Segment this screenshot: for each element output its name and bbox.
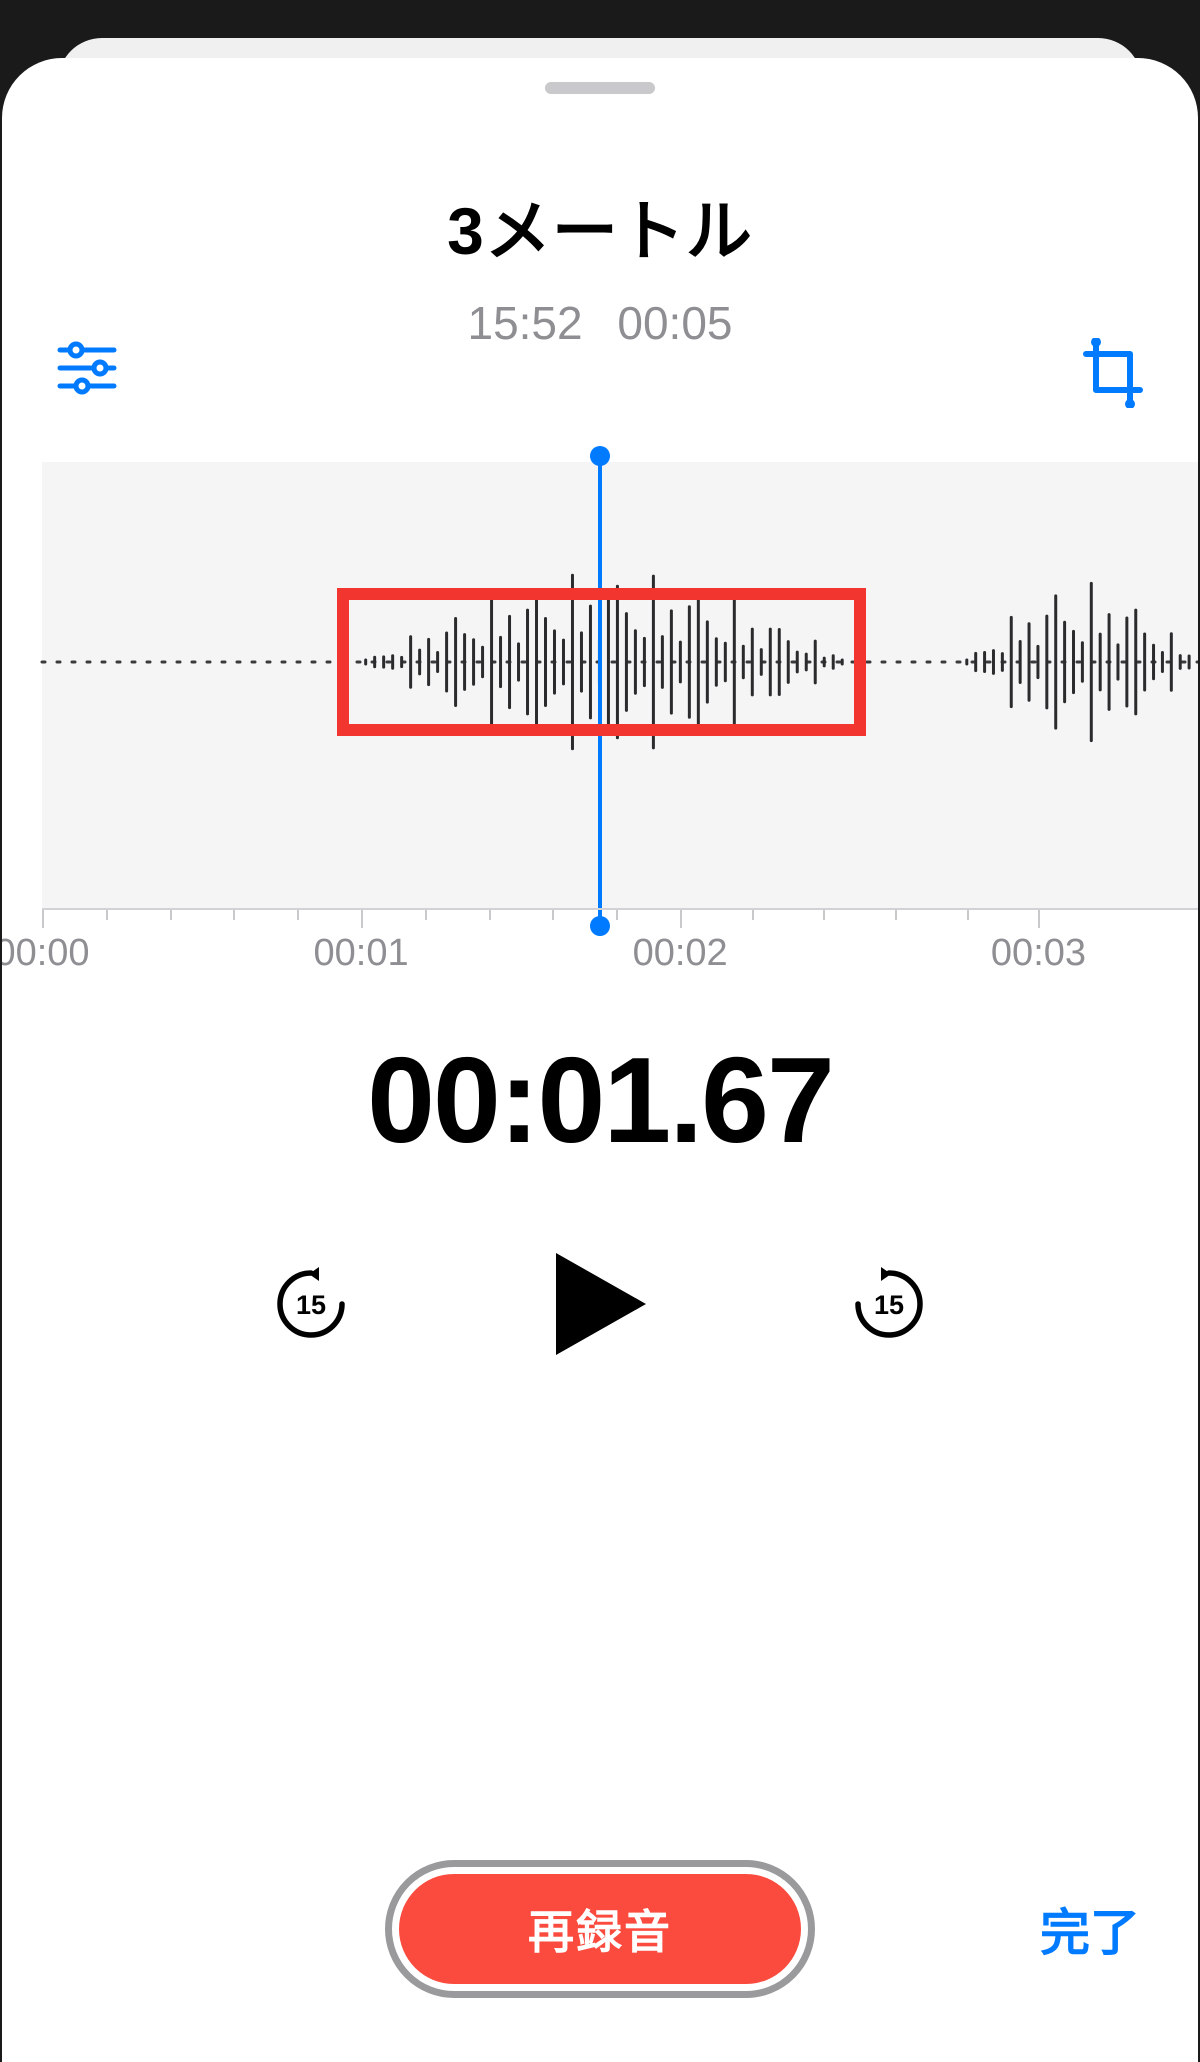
done-button[interactable]: 完了 [1040,1893,1140,1965]
recording-sheet: 3メートル 15:52 00:05 [2,58,1198,2062]
edit-toolbar [2,338,1198,418]
timeline-label: 00:02 [633,932,728,975]
sliders-icon [56,338,118,398]
re-record-label: 再録音 [399,1874,801,1984]
playhead[interactable] [598,456,602,926]
waveform-area[interactable]: 00:0000:0100:0200:03 [2,462,1198,960]
timeline-label: 00:01 [314,932,409,975]
skip-back-icon: 15 [272,1265,350,1343]
play-icon [550,1249,650,1359]
skip-back-15-button[interactable]: 15 [272,1265,350,1343]
crop-icon [1082,338,1144,408]
skip-forward-15-button[interactable]: 15 [850,1265,928,1343]
skip-back-seconds-label: 15 [296,1290,326,1320]
settings-button[interactable] [56,338,118,403]
play-button[interactable] [540,1244,660,1364]
timeline-ticks [42,908,1198,928]
trim-button[interactable] [1082,338,1144,413]
timeline-label: 00:03 [991,932,1086,975]
sheet-grabber[interactable] [545,82,655,94]
skip-forward-seconds-label: 15 [874,1290,904,1320]
bottom-action-bar: 再録音 完了 [2,1854,1198,2004]
transport-controls: 15 15 [2,1234,1198,1374]
elapsed-time: 00:01.67 [2,1030,1198,1170]
timeline-label: 00:00 [2,932,90,975]
recording-title[interactable]: 3メートル [2,178,1198,274]
timeline-labels: 00:00 00:01 00:02 00:03 [2,932,1198,972]
recording-header: 3メートル 15:52 00:05 [2,178,1198,350]
re-record-button[interactable]: 再録音 [385,1860,815,1998]
skip-forward-icon: 15 [850,1265,928,1343]
app-backdrop: 3メートル 15:52 00:05 [0,0,1200,2062]
